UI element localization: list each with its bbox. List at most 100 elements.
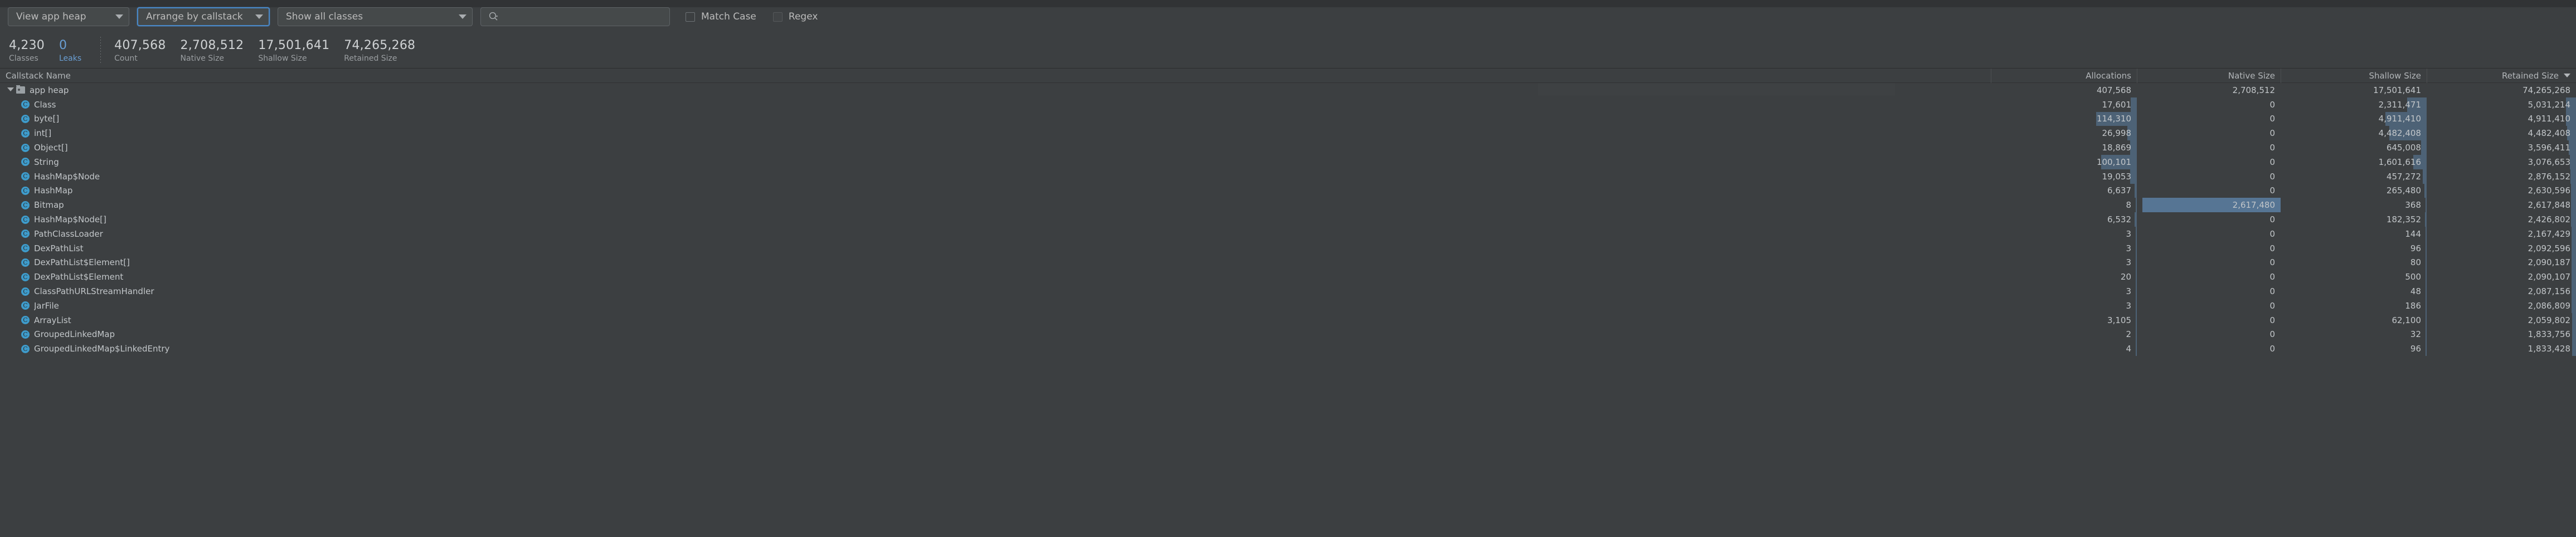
cell-retained-size: 2,167,429 — [2427, 226, 2576, 241]
heap-select[interactable]: View app heap — [8, 7, 129, 26]
cell-callstack-name[interactable]: C DexPathList$Element[] — [0, 257, 1991, 267]
cell-allocations: 3 — [1991, 255, 2137, 270]
table-row[interactable]: app heap 407,568 2,708,512 17,501,641 74,265… — [0, 83, 2576, 97]
cell-callstack-name[interactable]: C HashMap$Node[] — [0, 214, 1991, 224]
cell-allocations: 17,601 — [1991, 97, 2137, 112]
cell-callstack-name[interactable]: C DexPathList$Element — [0, 272, 1991, 282]
column-header-retained-size[interactable]: Retained Size — [2427, 69, 2576, 83]
column-header-callstack-name[interactable]: Callstack Name — [0, 69, 1991, 83]
value-bar — [2570, 169, 2576, 184]
search-input[interactable] — [500, 11, 665, 22]
cell-allocations: 3 — [1991, 241, 2137, 256]
cell-native-size: 0 — [2137, 112, 2281, 126]
table-row[interactable]: C PathClassLoader 3 0 144 2,167,429 — [0, 226, 2576, 241]
cell-callstack-name[interactable]: C DexPathList — [0, 243, 1991, 253]
stat-leaks-value: 0 — [59, 38, 67, 52]
class-filter-select[interactable]: Show all classes — [278, 7, 473, 26]
cell-value: 0 — [2269, 99, 2275, 110]
cell-callstack-name[interactable]: C HashMap$Node — [0, 172, 1991, 182]
cell-callstack-name[interactable]: Cbyte[] — [0, 114, 1991, 124]
table-row[interactable]: C String 100,101 0 1,601,616 3,076,653 — [0, 154, 2576, 169]
table-row[interactable]: C HashMap$Node[] 6,532 0 182,352 2,426,802 — [0, 212, 2576, 227]
table-row[interactable]: C GroupedLinkedMap 2 0 32 1,833,756 — [0, 327, 2576, 342]
cell-value: 8 — [2126, 200, 2131, 211]
regex-checkbox-box[interactable] — [772, 12, 782, 22]
value-bar — [2570, 183, 2576, 198]
cell-native-size: 0 — [2137, 169, 2281, 184]
cell-value: 3 — [2126, 300, 2131, 311]
cell-callstack-name[interactable]: C String — [0, 157, 1991, 167]
column-header-allocations-label: Allocations — [2086, 70, 2131, 81]
table-row[interactable]: C Bitmap 8 2,617,480 368 2,617,848 — [0, 198, 2576, 213]
table-row[interactable]: Cint[] 26,998 0 4,482,408 4,482,408 — [0, 126, 2576, 141]
table-row[interactable]: C GroupedLinkedMap$LinkedEntry 4 0 96 1,833,4… — [0, 341, 2576, 357]
cell-callstack-name[interactable]: Cint[] — [0, 128, 1991, 138]
cell-shallow-size: 457,272 — [2281, 169, 2427, 184]
match-case-checkbox[interactable]: Match Case — [686, 11, 756, 22]
cell-shallow-size: 182,352 — [2281, 212, 2427, 227]
column-header-shallow-size[interactable]: Shallow Size — [2281, 69, 2427, 83]
stat-leaks-label: Leaks — [59, 53, 82, 63]
table-row[interactable]: C ArrayList 3,105 0 62,100 2,059,802 — [0, 313, 2576, 328]
cell-value: 6,637 — [2107, 185, 2131, 196]
cell-value: 3 — [2126, 286, 2131, 297]
cell-native-size: 0 — [2137, 284, 2281, 299]
cell-callstack-name[interactable]: C JarFile — [0, 301, 1991, 311]
table-row[interactable]: C Class 17,601 0 2,311,471 5,031,214 — [0, 97, 2576, 112]
table-row[interactable]: C DexPathList$Element 20 0 500 2,090,107 — [0, 270, 2576, 285]
cell-callstack-name[interactable]: C ClassPathURLStreamHandler — [0, 286, 1991, 296]
search-box[interactable] — [480, 7, 670, 26]
table-row[interactable]: C DexPathList 3 0 96 2,092,596 — [0, 241, 2576, 256]
cell-retained-size: 2,090,187 — [2427, 255, 2576, 270]
cell-native-size: 2,708,512 — [2137, 83, 2281, 97]
cell-value: 0 — [2269, 286, 2275, 297]
value-bar — [2572, 313, 2576, 328]
cell-shallow-size: 265,480 — [2281, 183, 2427, 198]
table-row[interactable]: C HashMap$Node 19,053 0 457,272 2,876,152 — [0, 169, 2576, 184]
cell-shallow-size: 48 — [2281, 284, 2427, 299]
cell-callstack-name[interactable]: C Class — [0, 100, 1991, 110]
column-header-allocations[interactable]: Allocations — [1991, 69, 2137, 83]
expand-collapse-toggle-icon[interactable] — [6, 86, 14, 95]
cell-value: 2,087,156 — [2528, 286, 2570, 297]
arrange-select[interactable]: Arrange by callstack — [137, 7, 270, 26]
cell-value: 3,105 — [2107, 315, 2131, 325]
cell-callstack-name[interactable]: C Bitmap — [0, 200, 1991, 210]
cell-value: 2,086,809 — [2528, 300, 2570, 311]
cell-value: 182,352 — [2386, 214, 2421, 225]
cell-callstack-name[interactable]: C HashMap — [0, 185, 1991, 196]
cell-callstack-name[interactable]: C GroupedLinkedMap — [0, 329, 1991, 339]
regex-checkbox[interactable]: Regex — [772, 11, 818, 22]
table-row[interactable]: C JarFile 3 0 186 2,086,809 — [0, 298, 2576, 313]
table-row[interactable]: Cbyte[] 114,310 0 4,911,410 4,911,410 — [0, 111, 2576, 126]
table-row[interactable]: C HashMap 6,637 0 265,480 2,630,596 — [0, 183, 2576, 198]
match-case-checkbox-box[interactable] — [686, 12, 695, 22]
cell-shallow-size: 4,482,408 — [2281, 126, 2427, 141]
cell-value: 2,617,480 — [2232, 200, 2275, 211]
table-row[interactable]: C Object[] 18,869 0 645,008 3,596,411 — [0, 140, 2576, 155]
cell-retained-size: 3,076,653 — [2427, 154, 2576, 169]
table-row[interactable]: C DexPathList$Element[] 3 0 80 2,090,187 — [0, 255, 2576, 270]
cell-shallow-size: 80 — [2281, 255, 2427, 270]
column-header-native-size[interactable]: Native Size — [2137, 69, 2281, 83]
stat-leaks[interactable]: 0 Leaks — [59, 39, 81, 63]
cell-retained-size: 2,426,802 — [2427, 212, 2576, 227]
table-row[interactable]: C ClassPathURLStreamHandler 3 0 48 2,087,156 — [0, 284, 2576, 299]
cell-value: 2,311,471 — [2378, 99, 2421, 110]
callstack-name-text: HashMap$Node[] — [34, 214, 106, 225]
cell-callstack-name[interactable]: app heap — [0, 85, 1991, 95]
cell-native-size: 0 — [2137, 256, 2281, 270]
cell-value: 48 — [2410, 286, 2421, 297]
cell-callstack-name[interactable]: C PathClassLoader — [0, 229, 1991, 239]
cell-callstack-name[interactable]: C Object[] — [0, 143, 1991, 153]
value-bar — [2569, 154, 2576, 169]
cell-callstack-name[interactable]: C GroupedLinkedMap$LinkedEntry — [0, 344, 1991, 354]
cell-native-size: 0 — [2137, 155, 2281, 169]
search-icon[interactable] — [488, 11, 500, 23]
cell-value: 2,426,802 — [2528, 214, 2570, 225]
stat-group-sizes: 407,568 Count 2,708,512 Native Size 17,5… — [114, 39, 430, 63]
callstack-name-text: app heap — [30, 85, 69, 95]
column-header-shallow-size-label: Shallow Size — [2369, 70, 2421, 81]
cell-allocations: 100,101 — [1991, 154, 2137, 169]
cell-callstack-name[interactable]: C ArrayList — [0, 315, 1991, 325]
